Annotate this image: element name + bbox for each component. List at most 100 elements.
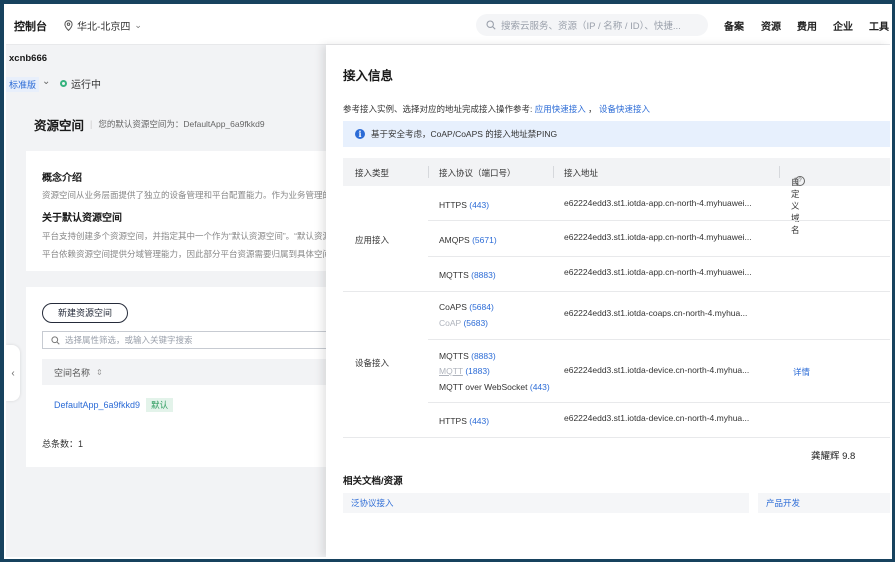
col-divider [428,166,429,178]
row-divider [428,220,890,221]
help-icon[interactable]: ? [795,176,805,186]
protocol-https-app: HTTPS (443) [439,200,489,210]
filter-placeholder: 选择属性筛选，或输入关键字搜索 [65,335,193,345]
total-count: 总条数：1 [42,439,84,449]
details-link[interactable]: 详情 [793,366,810,378]
nav-enterprise[interactable]: 企业 [833,18,869,33]
sort-icon[interactable]: ⇕ [96,368,103,377]
table-row: DefaultApp_6a9fkkd9 默认 [54,398,174,412]
port: (5683) [463,318,489,328]
port: (5671) [472,235,497,245]
protocol-mqtts-app: MQTTS (8883) [439,270,496,280]
port: (8883) [471,270,496,280]
resource-space-header: 资源空间 | 您的默认资源空间为：DefaultApp_6a9fkkd9 [26,109,326,139]
security-alert: i 基于安全考虑，CoAP/CoAPS 的接入地址禁PING [343,121,890,147]
address-https-device[interactable]: e62224edd3.st1.iotda-device.cn-north-4.m… [564,413,749,423]
concept-title: 概念介绍 [42,173,82,184]
protocol-mqtt: MQTT (1883) [439,366,490,376]
edition-badge: 标准版 [6,77,40,92]
table-header: 空间名称 ⇕ [42,359,332,385]
port: (443) [469,416,490,426]
nav-tools[interactable]: 工具 [869,18,890,33]
chevron-down-icon: ⌄ [134,20,142,30]
protocol-amqps: AMQPS (5671) [439,235,497,245]
status-dot-icon [60,80,67,87]
console-title[interactable]: 控制台 [14,18,47,34]
address-coaps[interactable]: e62224edd3.st1.iotda-coaps.cn-north-4.my… [564,308,747,318]
device-access-type: 设备接入 [355,358,390,368]
col-address: 接入地址 [564,168,599,178]
address-amqps[interactable]: e62224edd3.st1.iotda-app.cn-north-4.myhu… [564,232,752,242]
region-selector[interactable]: 华北-北京四 ⌄ [64,18,142,33]
info-icon: i [355,129,365,139]
watermark: 龚耀辉 9.8 [808,447,859,463]
port: (5684) [469,302,494,312]
protocol-name: CoAP [439,318,462,328]
divider: | [90,119,93,129]
col-protocol: 接入协议（端口号） [439,168,516,178]
chevron-down-icon[interactable]: ⌄ [42,76,50,87]
nav-filing[interactable]: 备案 [724,18,761,33]
default-space-title: 关于默认资源空间 [42,213,122,224]
port: (443) [529,382,550,392]
row-divider [343,437,890,438]
collapse-tab[interactable]: ‹ [6,345,20,401]
concept-text: 资源空间从业务层面提供了独立的设备管理和平台配置能力。作为业务管理的 [42,190,332,200]
port: (8883) [471,351,496,361]
search-input[interactable]: 搜索云服务、资源（IP / 名称 / ID）、快捷... [476,14,708,36]
region-label: 华北-北京四 [77,22,131,33]
drawer-title: 接入信息 [343,69,394,83]
protocol-name: CoAPS [439,302,467,312]
protocol-name: MQTT over WebSocket [439,382,528,392]
alert-text: 基于安全考虑，CoAP/CoAPS 的接入地址禁PING [371,129,558,139]
protocol-name: MQTTS [439,351,469,361]
col-divider [553,166,554,178]
doc-link-product-dev[interactable]: 产品开发 [758,493,890,513]
protocol-name: MQTT [439,366,463,376]
row-divider [428,402,890,403]
search-placeholder: 搜索云服务、资源（IP / 名称 / ID）、快捷... [501,21,681,32]
desc-separator: ， [588,104,597,114]
search-icon [486,20,496,30]
console-window: 控制台 华北-北京四 ⌄ 搜索云服务、资源（IP / 名称 / ID）、快捷..… [4,4,892,559]
protocol-coap: CoAP (5683) [439,318,488,328]
status-label: 运行中 [71,80,101,91]
search-icon [51,335,60,345]
top-bar: 控制台 华北-北京四 ⌄ 搜索云服务、资源（IP / 名称 / ID）、快捷..… [6,6,890,45]
protocol-name: HTTPS [439,200,467,210]
col-divider [779,166,780,178]
protocol-name: HTTPS [439,416,467,426]
row-divider [343,291,890,292]
doc-link-protocol[interactable]: 泛协议接入 [343,493,749,513]
top-nav: 备案 资源 费用 企业 工具 [724,18,890,33]
location-icon [64,20,73,31]
page-title: 资源空间 [34,118,85,133]
drawer-description: 参考接入实例、选择对应的地址完成接入操作参考: 应用快速接入 ， 设备快速接入 [343,103,650,115]
space-name-link[interactable]: DefaultApp_6a9fkkd9 [54,400,140,410]
protocol-name: AMQPS [439,235,470,245]
new-space-button[interactable]: 新建资源空间 [42,303,128,323]
nav-billing[interactable]: 费用 [797,18,833,33]
protocol-coaps: CoAPS (5684) [439,302,494,312]
resource-space-page: xcnb666 标准版 ⌄ 运行中 资源空间 | 您的默认资源空间为：Defau… [6,45,332,557]
address-mqtt-device[interactable]: e62224edd3.st1.iotda-device.cn-north-4.m… [564,365,749,375]
protocol-https-device: HTTPS (443) [439,416,489,426]
protocol-mqtts-device: MQTTS (8883) [439,351,496,361]
row-divider [428,339,890,340]
device-quick-access-link[interactable]: 设备快速接入 [599,104,650,114]
instance-name: xcnb666 [9,53,48,64]
port: (443) [469,200,490,210]
filter-input[interactable]: 选择属性筛选，或输入关键字搜索 [42,331,332,349]
access-info-drawer: 接入信息 参考接入实例、选择对应的地址完成接入操作参考: 应用快速接入 ， 设备… [326,45,890,557]
address-mqtts-app[interactable]: e62224edd3.st1.iotda-app.cn-north-4.myhu… [564,267,752,277]
desc-text: 参考接入实例、选择对应的地址完成接入操作参考: [343,104,533,114]
nav-resources[interactable]: 资源 [761,18,797,33]
address-https-app[interactable]: e62224edd3.st1.iotda-app.cn-north-4.myhu… [564,198,752,208]
instance-status: 运行中 [60,76,101,91]
table-header: 接入类型 接入协议（端口号） 接入地址 自定义域名? [343,158,890,235]
app-quick-access-link[interactable]: 应用快速接入 [535,104,586,114]
default-badge: 默认 [146,398,174,412]
space-list-card: 新建资源空间 选择属性筛选，或输入关键字搜索 空间名称 ⇕ DefaultApp… [26,287,332,467]
default-space-text-2: 平台依赖资源空间提供分域管理能力，因此部分平台资源需要归属到具体空间 [42,249,332,259]
concept-card: 概念介绍 资源空间从业务层面提供了独立的设备管理和平台配置能力。作为业务管理的 … [26,151,331,271]
